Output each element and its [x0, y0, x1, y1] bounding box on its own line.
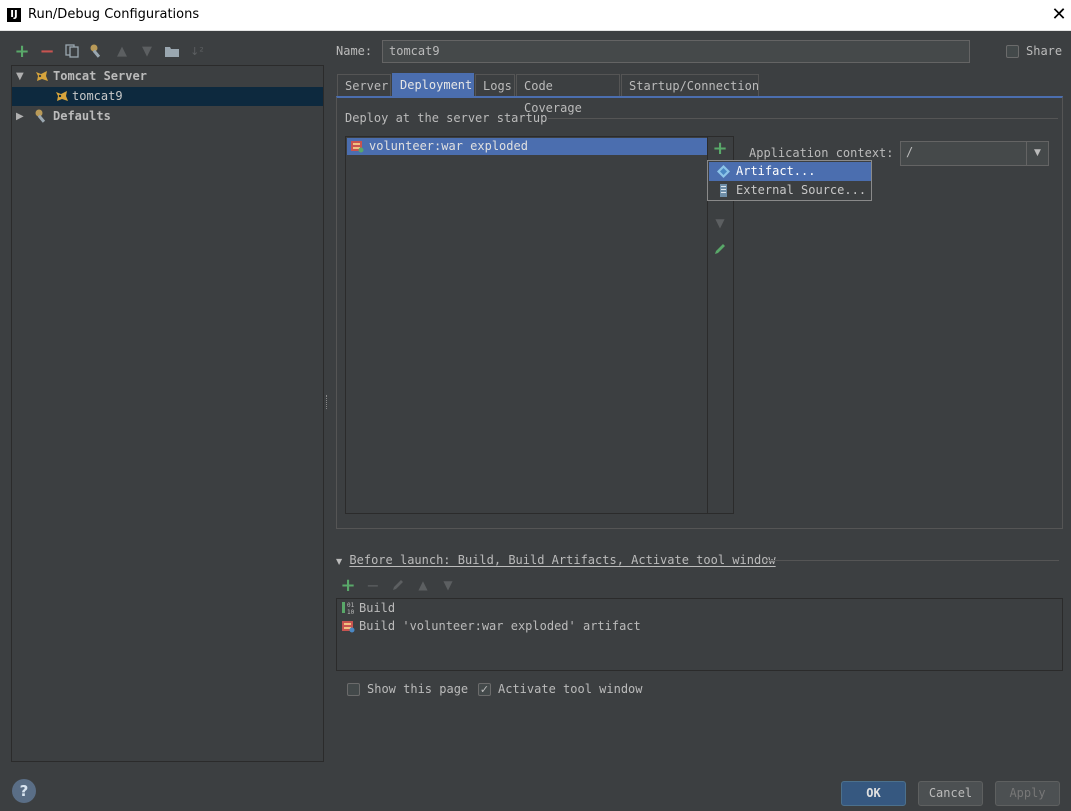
- copy-icon[interactable]: [63, 42, 81, 60]
- edit-pencil-icon[interactable]: [389, 576, 407, 594]
- activate-tool-checkbox[interactable]: ✓: [478, 683, 491, 696]
- move-down-icon[interactable]: ▼: [711, 214, 729, 232]
- collapse-arrow-icon[interactable]: ▶: [16, 107, 26, 126]
- list-item[interactable]: volunteer:war exploded: [347, 138, 707, 155]
- activate-tool-label: Activate tool window: [498, 682, 643, 696]
- share-checkbox[interactable]: [1006, 45, 1019, 58]
- svg-text:10: 10: [347, 609, 355, 615]
- before-launch-toolbar: + − ▲ ▼: [338, 575, 468, 596]
- show-page-label: Show this page: [367, 682, 469, 696]
- before-launch-title[interactable]: ▼ Before launch: Build, Build Artifacts,…: [336, 553, 776, 567]
- list-item-label: volunteer:war exploded: [369, 139, 528, 153]
- cancel-button[interactable]: Cancel: [918, 781, 983, 806]
- svg-text:01: 01: [347, 602, 355, 609]
- add-icon[interactable]: +: [711, 138, 729, 159]
- deploy-section-title: Deploy at the server startup: [345, 111, 548, 125]
- tomcat-icon: [54, 88, 70, 104]
- menu-item-label: Artifact...: [736, 164, 816, 178]
- list-item-label: Build: [359, 601, 396, 615]
- remove-icon[interactable]: −: [38, 41, 56, 62]
- add-icon[interactable]: +: [13, 41, 31, 62]
- list-item[interactable]: 01 10 Build: [339, 599, 395, 617]
- move-down-icon[interactable]: ▼: [439, 576, 457, 594]
- app-context-value: /: [906, 145, 914, 159]
- apply-button[interactable]: Apply: [995, 781, 1060, 806]
- before-launch-label: Before launch: Build, Build Artifacts, A…: [349, 553, 776, 567]
- intellij-logo-icon: IJ: [7, 8, 21, 22]
- expand-arrow-icon[interactable]: ▼: [16, 67, 26, 86]
- artifact-war-icon: [350, 139, 364, 153]
- move-down-icon[interactable]: ▼: [138, 42, 156, 60]
- tree-item-tomcat9[interactable]: tomcat9: [12, 87, 323, 106]
- tree-item-tomcat-server[interactable]: ▼ Tomcat Server: [12, 67, 323, 86]
- artifact-war-icon: [341, 619, 355, 633]
- help-icon[interactable]: ?: [12, 779, 36, 803]
- app-context-label: Application context:: [749, 146, 894, 160]
- menu-item-external-source[interactable]: External Source...: [709, 181, 871, 200]
- name-label: Name:: [336, 44, 373, 58]
- before-launch-divider: [766, 560, 1059, 561]
- tab-logs[interactable]: Logs: [475, 74, 515, 96]
- before-launch-list[interactable]: 01 10 Build Build 'volunteer:war exploded…: [336, 598, 1063, 671]
- tab-deployment[interactable]: Deployment: [392, 73, 474, 96]
- artifact-icon: [717, 165, 730, 178]
- share-label: Share: [1026, 44, 1063, 58]
- external-source-icon: [717, 184, 730, 197]
- tree-item-label: Tomcat Server: [53, 69, 147, 83]
- window-title: Run/Debug Configurations: [28, 7, 200, 22]
- menu-item-artifact[interactable]: Artifact...: [709, 162, 871, 181]
- tab-server[interactable]: Server: [337, 74, 391, 96]
- add-icon[interactable]: +: [339, 575, 357, 596]
- deployment-list[interactable]: volunteer:war exploded: [345, 136, 708, 514]
- list-item[interactable]: Build 'volunteer:war exploded' artifact: [339, 617, 641, 635]
- title-bar: IJ Run/Debug Configurations ✕: [0, 0, 1071, 31]
- move-up-icon[interactable]: ▲: [414, 576, 432, 594]
- edit-pencil-icon[interactable]: [711, 240, 729, 258]
- app-context-combo[interactable]: / ▼: [900, 141, 1049, 166]
- configurations-tree: ▼ Tomcat Server tomcat9 ▶ Defaults: [11, 65, 324, 762]
- ok-button[interactable]: OK: [841, 781, 906, 806]
- tomcat-icon: [34, 68, 50, 84]
- splitter-handle[interactable]: [326, 395, 329, 409]
- chevron-down-icon[interactable]: ▼: [1026, 142, 1048, 165]
- edit-defaults-icon[interactable]: [88, 42, 106, 60]
- add-popup-menu: Artifact... External Source...: [707, 160, 872, 201]
- tab-startup-connection[interactable]: Startup/Connection: [621, 74, 759, 96]
- tab-code-coverage[interactable]: Code Coverage: [516, 74, 620, 115]
- config-toolbar: + − ▲ ▼ ↓²: [13, 41, 213, 62]
- remove-icon[interactable]: −: [364, 576, 382, 595]
- config-tabs: Server Deployment Logs Code Coverage Sta…: [337, 73, 767, 115]
- wrench-icon: [34, 108, 50, 124]
- show-page-checkbox[interactable]: [347, 683, 360, 696]
- tree-item-defaults[interactable]: ▶ Defaults: [12, 107, 323, 126]
- sort-icon[interactable]: ↓²: [188, 42, 206, 60]
- list-item-label: Build 'volunteer:war exploded' artifact: [359, 619, 641, 633]
- menu-item-label: External Source...: [736, 183, 867, 197]
- folder-icon[interactable]: [163, 42, 181, 60]
- tree-item-label: tomcat9: [72, 89, 123, 103]
- name-input[interactable]: tomcat9: [382, 40, 970, 63]
- collapse-arrow-icon[interactable]: ▼: [336, 557, 342, 566]
- section-divider: [548, 118, 1058, 119]
- move-up-icon[interactable]: ▲: [113, 42, 131, 60]
- tree-item-label: Defaults: [53, 109, 111, 123]
- build-icon: 01 10: [341, 601, 355, 616]
- close-icon[interactable]: ✕: [1046, 2, 1071, 28]
